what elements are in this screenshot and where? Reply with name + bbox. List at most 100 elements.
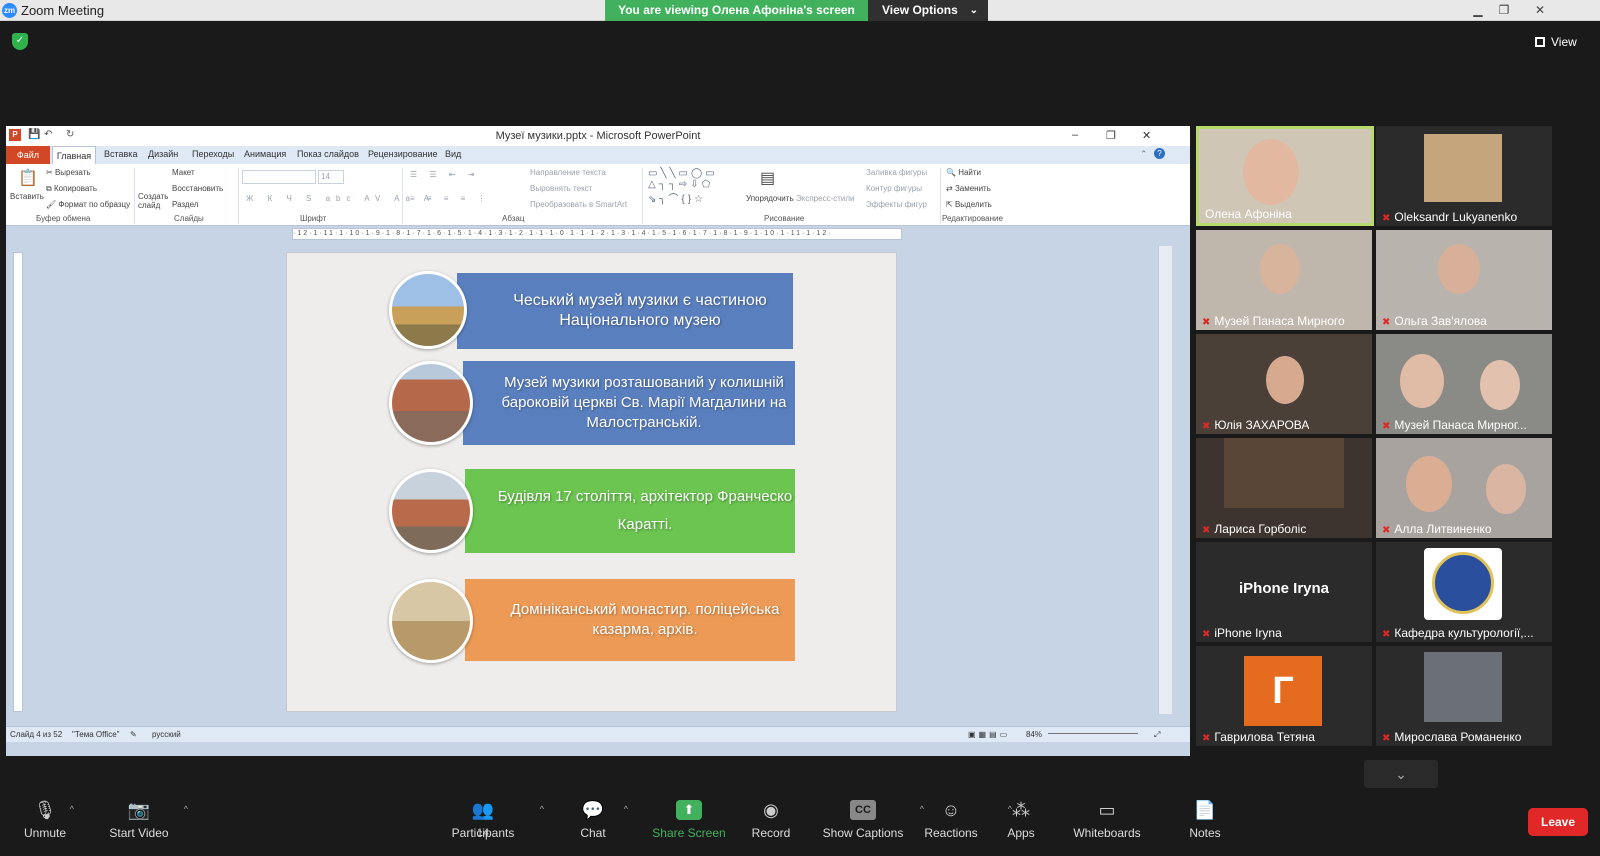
participant-name: ✖ Алла Литвиненко: [1382, 522, 1492, 536]
chat-button[interactable]: 💬 Chat ^: [538, 800, 648, 840]
vertical-scrollbar[interactable]: [1158, 246, 1172, 714]
start-video-button[interactable]: 📷 Start Video ^: [84, 800, 194, 840]
security-shield-icon[interactable]: ✓: [12, 33, 28, 50]
participant-tile[interactable]: ✖ Юлія ЗАХАРОВА: [1196, 334, 1372, 434]
paste-icon[interactable]: 📋: [18, 168, 38, 188]
caret-up-icon[interactable]: ^: [70, 804, 74, 814]
participant-tile[interactable]: ✖ Музей Панаса Мирног...: [1376, 334, 1552, 434]
participant-video: [1480, 360, 1520, 410]
participant-tile[interactable]: ✖ Музей Панаса Мирного: [1196, 230, 1372, 330]
whiteboards-button[interactable]: ▭ Whiteboards: [1052, 800, 1162, 840]
participant-name-text: Юлія ЗАХАРОВА: [1214, 418, 1310, 432]
slide-canvas[interactable]: Чеський музей музики є частиною Націонал…: [286, 252, 897, 712]
section-button[interactable]: Раздел: [172, 200, 198, 209]
participant-name: Олена Афоніна: [1205, 207, 1292, 221]
font-name-box[interactable]: [242, 170, 316, 184]
format-painter-button[interactable]: 🖌 Формат по образцу: [46, 200, 130, 209]
participant-name-text: Музей Панаса Мирного: [1214, 314, 1345, 328]
group-paragraph: Абзац: [502, 214, 525, 223]
new-slide-button[interactable]: Создать слайд: [138, 192, 168, 210]
restore-icon[interactable]: ❐: [1494, 1, 1514, 19]
participant-name: ✖ Мирослава Романенко: [1382, 730, 1521, 744]
tab-animations[interactable]: Анимация: [244, 149, 286, 159]
tab-slideshow[interactable]: Показ слайдов: [297, 149, 359, 159]
fit-slide-icon[interactable]: ⤢: [1154, 730, 1160, 740]
cut-button[interactable]: ✂ Вырезать: [46, 168, 91, 177]
gallery-next-page-button[interactable]: ⌄: [1364, 760, 1438, 788]
ppt-close-icon[interactable]: ✕: [1142, 129, 1151, 142]
view-mode-buttons[interactable]: ▣▦▤▭: [968, 730, 1010, 739]
copy-label: Копировать: [53, 184, 98, 193]
participant-name: ✖ Гаврилова Тетяна: [1202, 730, 1315, 744]
view-button[interactable]: View: [1535, 31, 1595, 53]
participant-tile[interactable]: ✖ Алла Литвиненко: [1376, 438, 1552, 538]
quick-styles-button[interactable]: Экспресс-стили: [796, 194, 855, 203]
slide-box-3[interactable]: Будівля 17 століття, архітектор Франческ…: [465, 469, 795, 553]
tab-design[interactable]: Дизайн: [148, 149, 178, 159]
participant-name: ✖ Ольга Зав'ялова: [1382, 314, 1487, 328]
arrange-button[interactable]: Упорядочить: [746, 194, 794, 203]
font-size-box[interactable]: 14: [318, 170, 344, 184]
tab-transitions[interactable]: Переходы: [192, 149, 234, 159]
tab-view[interactable]: Вид: [445, 149, 461, 159]
participant-tile[interactable]: ✖ Лариса Горболіс: [1196, 438, 1372, 538]
muted-mic-icon: ✖: [1202, 421, 1211, 432]
video-off-icon: 📷: [127, 800, 151, 820]
minimize-icon[interactable]: ▁: [1468, 1, 1488, 19]
slide-box-4[interactable]: Домініканський монастир. поліцейська каз…: [465, 579, 795, 661]
caret-up-icon[interactable]: ^: [184, 804, 188, 814]
ribbon-tabs: Файл Главная Вставка Дизайн Переходы Ани…: [6, 146, 1190, 164]
text-direction-button[interactable]: Направление текста: [530, 168, 606, 177]
leave-button[interactable]: Leave: [1528, 808, 1588, 836]
muted-mic-icon: ✖: [1382, 317, 1391, 328]
participant-tile[interactable]: Г ✖ Гаврилова Тетяна: [1196, 646, 1372, 746]
ppt-restore-icon[interactable]: ❐: [1106, 129, 1116, 142]
shape-effects-button[interactable]: Эффекты фигур: [866, 200, 927, 209]
arrange-icon[interactable]: ▤: [760, 168, 775, 188]
format-painter-label: Формат по образцу: [58, 200, 131, 209]
list-buttons[interactable]: ☰ ☰ ⇤ ⇥: [410, 170, 479, 179]
font-format-buttons[interactable]: Ж К Ч S abc AV Aa A: [246, 194, 435, 203]
layout-button[interactable]: Макет: [172, 168, 195, 177]
close-icon[interactable]: ✕: [1530, 1, 1550, 19]
shape-fill-button[interactable]: Заливка фигуры: [866, 168, 927, 177]
select-button[interactable]: ⇱ Выделить: [946, 200, 992, 209]
copy-button[interactable]: ⧉ Копировать: [46, 184, 97, 194]
caret-up-icon[interactable]: ^: [624, 804, 628, 814]
zoom-level: 84%: [1026, 730, 1043, 739]
smartart-button[interactable]: Преобразовать в SmartArt: [530, 200, 627, 209]
ppt-minimize-icon[interactable]: –: [1072, 129, 1078, 141]
participant-tile[interactable]: ✖ Ольга Зав'ялова: [1376, 230, 1552, 330]
find-button[interactable]: 🔍 Найти: [946, 168, 981, 177]
zoom-slider[interactable]: [1048, 733, 1138, 734]
start-video-label: Start Video: [109, 826, 169, 840]
help-icon[interactable]: ?: [1154, 148, 1165, 159]
ribbon-collapse-icon[interactable]: ⌃: [1140, 149, 1148, 160]
spellcheck-icon[interactable]: ✎: [130, 730, 137, 739]
notes-label: Notes: [1189, 826, 1221, 840]
shape-outline-button[interactable]: Контур фигуры: [866, 184, 922, 193]
tab-home[interactable]: Главная: [52, 146, 96, 164]
align-buttons[interactable]: ≡ ≡ ≡ ≡ ⋮: [410, 194, 491, 203]
participant-tile[interactable]: ✖ Кафедра культурології,...: [1376, 542, 1552, 642]
participant-tile[interactable]: ✖ Мирослава Романенко: [1376, 646, 1552, 746]
participant-tile[interactable]: Олена Афоніна: [1196, 126, 1374, 226]
replace-button[interactable]: ⇄ Заменить: [946, 184, 991, 193]
participant-name: ✖ Oleksandr Lukyanenko: [1382, 210, 1517, 224]
tab-insert[interactable]: Вставка: [104, 149, 137, 159]
slide-box-1[interactable]: Чеський музей музики є частиною Націонал…: [457, 273, 793, 349]
group-drawing: Рисование: [764, 214, 805, 223]
tab-review[interactable]: Рецензирование: [368, 149, 438, 159]
shapes-gallery[interactable]: ▭╲╲▭◯▭ △┐┐⇨⇩⬠ ⇘╮⌒{}☆: [648, 168, 718, 205]
slide-box-2[interactable]: Музей музики розташований у колишній бар…: [463, 361, 795, 445]
view-options-button[interactable]: View Options ⌄: [868, 0, 988, 21]
tab-file[interactable]: Файл: [6, 146, 50, 164]
apps-label: Apps: [1007, 826, 1035, 840]
participant-tile[interactable]: iPhone Iryna ✖ iPhone Iryna: [1196, 542, 1372, 642]
reset-button[interactable]: Восстановить: [172, 184, 223, 193]
notes-button[interactable]: 📄 Notes: [1150, 800, 1260, 840]
participant-tile[interactable]: ✖ Oleksandr Lukyanenko: [1376, 126, 1552, 226]
paste-button[interactable]: Вставить: [10, 192, 44, 201]
align-text-button[interactable]: Выровнять текст: [530, 184, 592, 193]
participants-button[interactable]: 👥 14 Participants ^: [428, 800, 544, 840]
